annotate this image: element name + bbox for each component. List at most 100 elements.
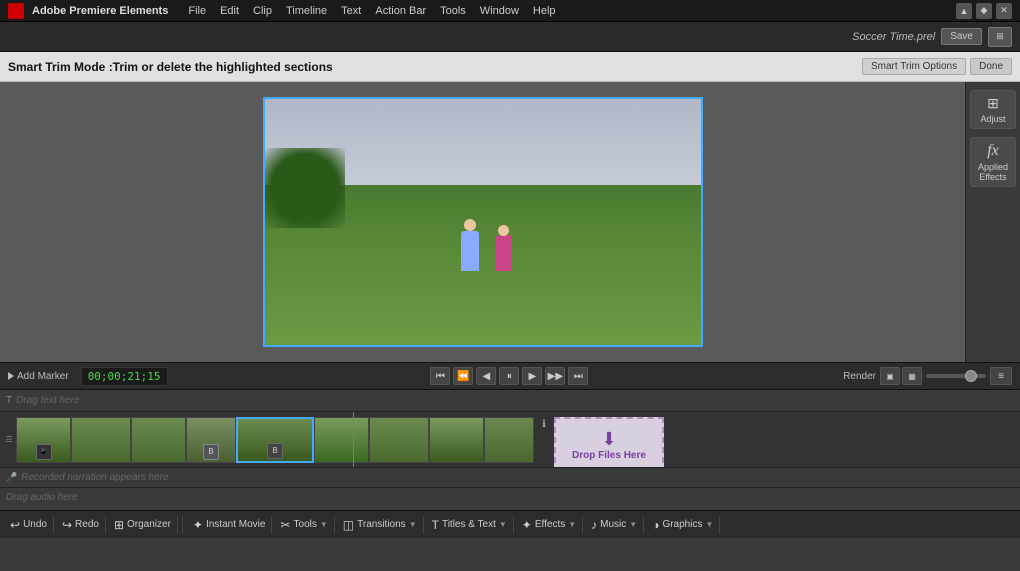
film-thumb-5[interactable]: B <box>236 417 314 463</box>
narration-track-icon: 🎤 <box>6 472 17 483</box>
tools-label: Tools <box>294 519 317 530</box>
smart-trim-options-button[interactable]: Smart Trim Options <box>862 58 966 75</box>
menu-timeline[interactable]: Timeline <box>280 3 333 19</box>
effects-icon: fx <box>973 142 1013 160</box>
go-to-end-button[interactable]: ⏭ <box>568 367 588 385</box>
film-strip: 📱 B B <box>16 417 1020 463</box>
organizer-label: Organizer <box>127 519 171 530</box>
adjust-label: Adjust <box>980 114 1005 124</box>
track-info-icon: ℹ <box>534 417 554 463</box>
drop-files-zone[interactable]: ⬇ Drop Files Here <box>554 417 664 468</box>
step-back-button[interactable]: ⏪ <box>453 367 473 385</box>
workspace-icon[interactable]: ⊞ <box>988 27 1012 47</box>
clip-icon-5: B <box>267 443 283 459</box>
bottom-toolbar: ↩ Undo ↪ Redo ⊞ Organizer ✦ Instant Movi… <box>0 510 1020 538</box>
drop-arrow-icon: ⬇ <box>601 429 616 450</box>
close-icon[interactable]: ✕ <box>996 3 1012 19</box>
frame-back-button[interactable]: ◀ <box>476 367 496 385</box>
app-name: Adobe Premiere Elements <box>32 5 168 17</box>
player2 <box>496 235 512 271</box>
film-thumb-8[interactable] <box>429 417 484 463</box>
trees-left <box>265 148 345 228</box>
render-quality-high[interactable]: ▦ <box>902 367 922 385</box>
restore-icon[interactable]: ◆ <box>976 3 992 19</box>
film-thumb-6[interactable] <box>314 417 369 463</box>
video-preview <box>0 82 965 362</box>
graphics-icon: ◑ <box>652 518 659 532</box>
transitions-label: Transitions <box>357 519 406 530</box>
video-track-label: ☰ <box>0 435 16 444</box>
right-panel: ⊞ Adjust fx Applied Effects <box>965 82 1020 362</box>
player1 <box>461 231 479 271</box>
instant-movie-icon: ✦ <box>193 518 203 532</box>
pause-button[interactable]: ⏸ <box>499 367 519 385</box>
effects-label: Effects <box>535 519 565 530</box>
toolbar-separator-1 <box>182 516 183 534</box>
undo-icon: ↩ <box>10 518 20 532</box>
film-thumb-7[interactable] <box>369 417 429 463</box>
music-label: Music <box>600 519 626 530</box>
text-track-icon: T <box>6 395 12 406</box>
save-button[interactable]: Save <box>941 28 982 45</box>
titles-text-button[interactable]: T Titles & Text ▼ <box>426 516 514 534</box>
add-marker-button[interactable]: Add Marker <box>8 371 69 382</box>
applied-effects-button[interactable]: fx Applied Effects <box>970 137 1016 187</box>
title-bar: Soccer Time.prel Save ⊞ <box>0 22 1020 52</box>
menu-tools[interactable]: Tools <box>434 3 472 19</box>
text-track: T Drag text here <box>0 390 1020 412</box>
clip-icon-1: 📱 <box>36 444 52 460</box>
organizer-button[interactable]: ⊞ Organizer <box>108 516 178 534</box>
transitions-button[interactable]: ◫ Transitions ▼ <box>337 516 424 534</box>
render-slider[interactable] <box>926 374 986 378</box>
adjust-button[interactable]: ⊞ Adjust <box>970 90 1016 129</box>
menu-action-bar[interactable]: Action Bar <box>369 3 432 19</box>
redo-label: Redo <box>75 519 99 530</box>
menu-text[interactable]: Text <box>335 3 367 19</box>
go-to-start-button[interactable]: ⏮ <box>430 367 450 385</box>
instant-movie-button[interactable]: ✦ Instant Movie <box>187 516 273 534</box>
menu-bar-right: ▲ ◆ ✕ <box>956 3 1012 19</box>
titles-chevron-icon: ▼ <box>499 520 507 529</box>
transport-controls: ⏮ ⏪ ◀ ⏸ ▶ ▶▶ ⏭ <box>180 367 840 385</box>
tools-chevron-icon: ▼ <box>320 520 328 529</box>
video-track-content: 📱 B B <box>16 412 1020 467</box>
render-menu-button[interactable]: ≡ <box>990 367 1012 385</box>
undo-label: Undo <box>23 519 47 530</box>
titles-icon: T <box>432 518 439 532</box>
render-label: Render <box>843 371 876 382</box>
play-button[interactable]: ▶ <box>522 367 542 385</box>
menu-clip[interactable]: Clip <box>247 3 278 19</box>
effects-star-icon: ✦ <box>522 518 532 532</box>
music-icon: ♪ <box>591 518 597 532</box>
project-name: Soccer Time.prel <box>852 31 935 43</box>
graphics-button[interactable]: ◑ Graphics ▼ <box>646 516 720 534</box>
redo-button[interactable]: ↪ Redo <box>56 516 106 534</box>
film-thumb-3[interactable] <box>131 417 186 463</box>
music-button[interactable]: ♪ Music ▼ <box>585 516 644 534</box>
film-thumb-4[interactable]: B <box>186 417 236 463</box>
video-frame <box>263 97 703 347</box>
effects-label: Applied Effects <box>978 162 1008 182</box>
menu-edit[interactable]: Edit <box>214 3 245 19</box>
timeline-area: T Drag text here ☰ 📱 B <box>0 390 1020 510</box>
marker-triangle-icon <box>8 372 14 380</box>
film-thumb-9[interactable] <box>484 417 534 463</box>
timecode-display: 00;00;21;15 <box>81 367 168 386</box>
audio-track: Drag audio here <box>0 488 1020 506</box>
render-quality-low[interactable]: ▣ <box>880 367 900 385</box>
smart-trim-title: Smart Trim Mode :Trim or delete the high… <box>8 60 862 74</box>
film-thumb-2[interactable] <box>71 417 131 463</box>
minimize-icon[interactable]: ▲ <box>956 3 972 19</box>
film-thumb-1[interactable]: 📱 <box>16 417 71 463</box>
transport-bar: Add Marker 00;00;21;15 ⏮ ⏪ ◀ ⏸ ▶ ▶▶ ⏭ Re… <box>0 362 1020 390</box>
transitions-chevron-icon: ▼ <box>409 520 417 529</box>
menu-window[interactable]: Window <box>474 3 525 19</box>
undo-button[interactable]: ↩ Undo <box>4 516 54 534</box>
tools-button[interactable]: ✂ Tools ▼ <box>274 516 334 534</box>
effects-button[interactable]: ✦ Effects ▼ <box>516 516 583 534</box>
frame-forward-button[interactable]: ▶▶ <box>545 367 565 385</box>
menu-file[interactable]: File <box>182 3 212 19</box>
drop-files-label: Drop Files Here <box>572 450 646 461</box>
menu-help[interactable]: Help <box>527 3 562 19</box>
done-button[interactable]: Done <box>970 58 1012 75</box>
